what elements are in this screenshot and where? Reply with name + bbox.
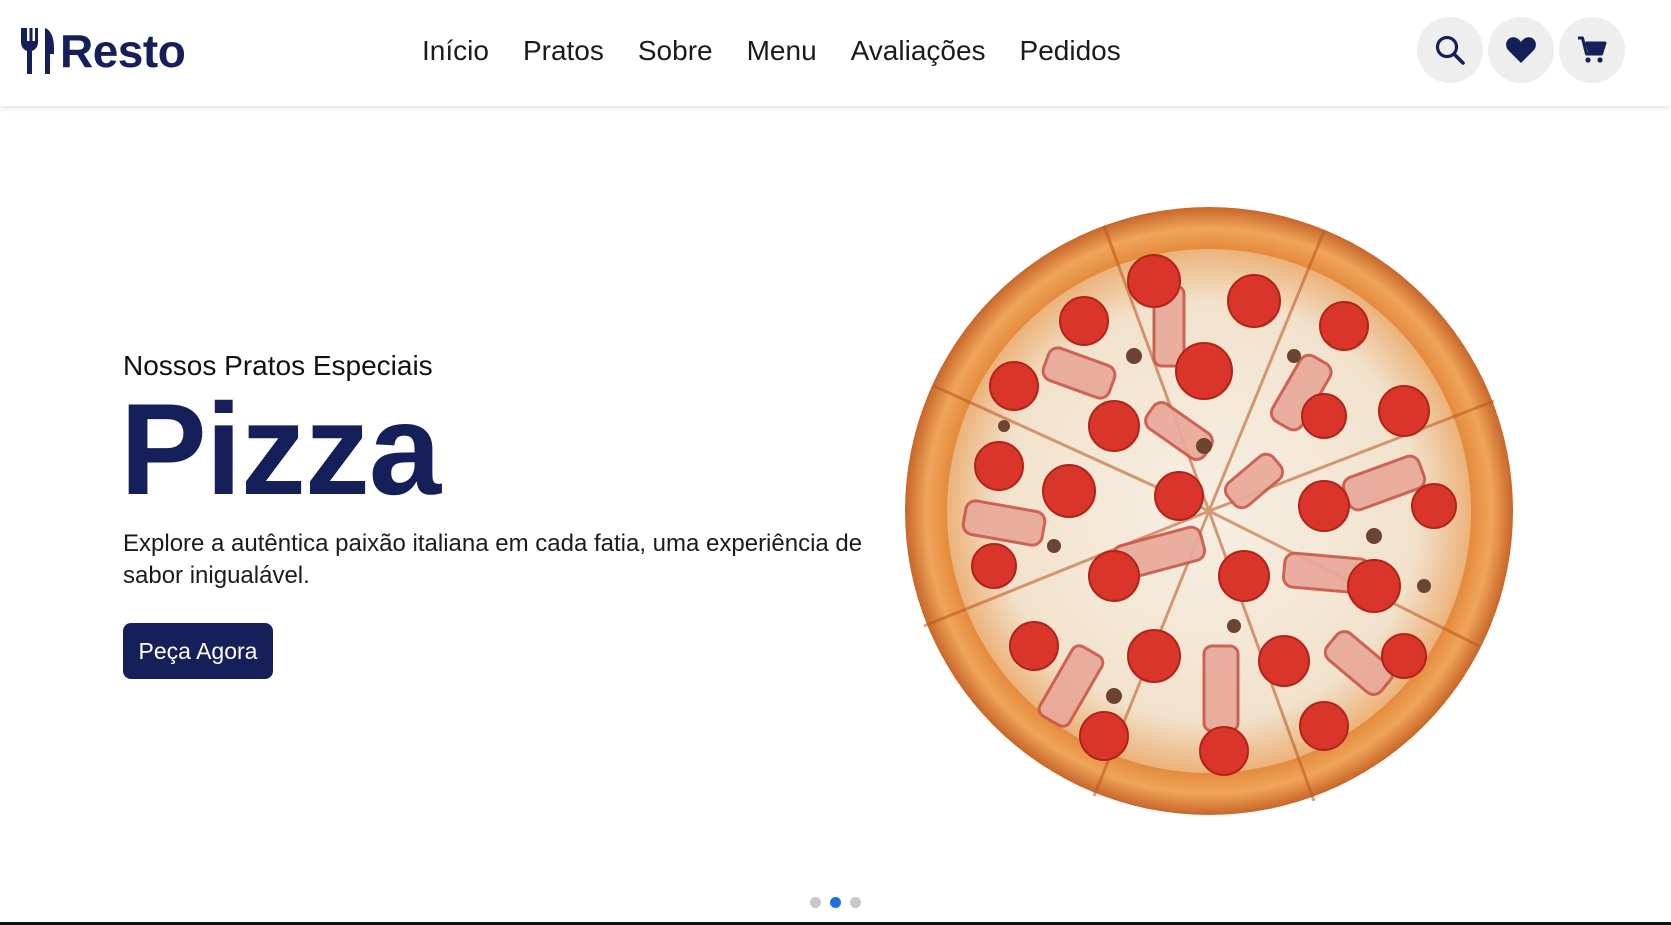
cart-button[interactable] <box>1559 17 1625 83</box>
heart-icon <box>1506 37 1536 63</box>
nav-link-pratos[interactable]: Pratos <box>523 30 604 72</box>
nav-link-pedidos[interactable]: Pedidos <box>1020 30 1121 72</box>
fork-knife-icon <box>21 28 54 74</box>
slider-dot-3[interactable] <box>850 897 861 908</box>
search-icon <box>1435 35 1465 65</box>
cart-icon <box>1578 36 1607 63</box>
navbar: Resto Início Pratos Sobre Menu Avaliaçõe… <box>0 0 1671 106</box>
nav-actions <box>1417 17 1625 83</box>
favorites-button[interactable] <box>1488 17 1554 83</box>
brand-name: Resto <box>60 25 186 77</box>
nav-link-menu[interactable]: Menu <box>747 30 817 72</box>
hero-section: Nossos Pratos Especiais Pizza Explore a … <box>0 106 1671 923</box>
slider-dot-1[interactable] <box>810 897 821 908</box>
nav-link-inicio[interactable]: Início <box>422 30 489 72</box>
slider-dot-2[interactable] <box>830 897 841 908</box>
hero-title: Pizza <box>120 376 441 522</box>
nav-link-avaliacoes[interactable]: Avaliações <box>851 30 986 72</box>
order-now-button[interactable]: Peça Agora <box>123 623 273 679</box>
main-nav: Início Pratos Sobre Menu Avaliações Pedi… <box>422 30 1121 72</box>
slider-dots <box>0 897 1671 908</box>
nav-link-sobre[interactable]: Sobre <box>638 30 713 72</box>
search-button[interactable] <box>1417 17 1483 83</box>
hero-description: Explore a autêntica paixão italiana em c… <box>123 530 863 589</box>
brand-logo[interactable]: Resto <box>18 24 186 78</box>
pizza-image <box>904 206 1514 816</box>
